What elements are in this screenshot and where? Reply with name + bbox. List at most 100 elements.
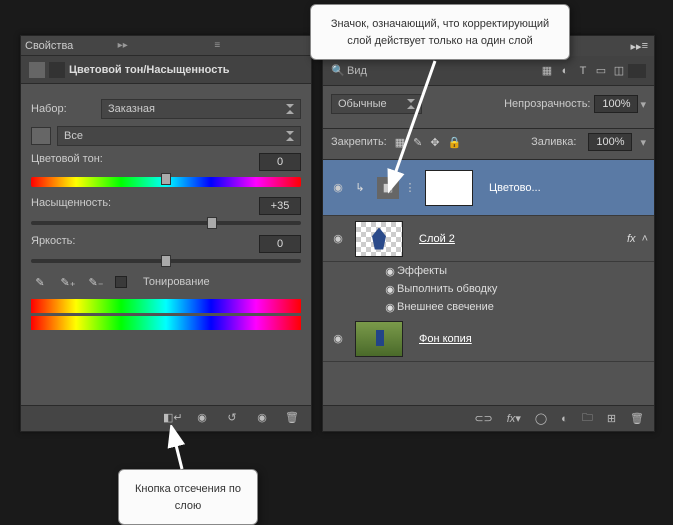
hue-strip-top xyxy=(31,299,301,313)
effect-outer-glow[interactable]: ◉Внешнее свечение xyxy=(323,298,654,316)
fill-label: Заливка: xyxy=(531,136,576,148)
visibility-icon[interactable]: ◉ xyxy=(253,411,271,427)
eye-icon[interactable]: ◉ xyxy=(329,181,347,194)
callout-text: Кнопка отсечения по слою xyxy=(135,483,241,512)
lock-position-icon[interactable]: ✥ xyxy=(430,136,439,149)
new-group-icon[interactable]: 🗀 xyxy=(582,409,593,428)
layer-row-2[interactable]: ◉ Слой 2 fx ˄ xyxy=(323,216,654,262)
range-value: Все xyxy=(64,130,83,142)
hue-value[interactable]: 0 xyxy=(259,153,301,171)
fx-menu-icon[interactable]: fx▾ xyxy=(507,412,521,425)
eye-icon[interactable]: ◉ xyxy=(329,232,347,245)
properties-panel: Свойства ▸▸ ≡ Цветовой тон/Насыщенность … xyxy=(20,35,312,432)
layer-row-adjustment[interactable]: ◉ ↳ ◧ ⋮ Цветово... xyxy=(323,160,654,216)
trash-icon[interactable]: 🗑 xyxy=(283,411,301,427)
saturation-slider[interactable] xyxy=(31,221,301,225)
opacity-label: Непрозрачность: xyxy=(504,98,590,110)
clip-to-layer-button[interactable]: ◧↵ xyxy=(163,411,181,427)
callout-clip-button: Кнопка отсечения по слою xyxy=(118,469,258,525)
blend-mode-value: Обычные xyxy=(338,98,387,110)
layer-thumb[interactable] xyxy=(355,321,403,357)
saturation-label: Насыщенность: xyxy=(31,197,111,215)
adjustment-title: Цветовой тон/Насыщенность xyxy=(69,64,230,76)
arrow-bottom xyxy=(160,425,200,473)
eye-icon[interactable]: ◉ xyxy=(383,283,397,296)
lock-label: Закрепить: xyxy=(331,136,387,148)
link-icon[interactable]: ⋮ xyxy=(403,181,417,194)
properties-header: Свойства ▸▸ ≡ xyxy=(21,36,311,56)
properties-title: Свойства xyxy=(25,40,114,52)
trash-icon[interactable]: 🗑 xyxy=(630,412,644,425)
panel-menu-icon[interactable]: ≡ xyxy=(642,40,648,52)
properties-footer: ◧↵ ◉ ↺ ◉ 🗑 xyxy=(21,405,311,431)
filter-type[interactable]: Вид xyxy=(347,65,538,77)
preset-combo[interactable]: Заказная xyxy=(101,99,301,119)
lightness-label: Яркость: xyxy=(31,235,75,253)
colorize-checkbox[interactable] xyxy=(115,276,127,288)
filter-smart-icon[interactable]: ◫ xyxy=(610,64,628,77)
colorize-label: Тонирование xyxy=(143,276,210,288)
mask-icon xyxy=(49,62,65,78)
stroke-label: Выполнить обводку xyxy=(397,283,497,295)
effect-stroke[interactable]: ◉Выполнить обводку xyxy=(323,280,654,298)
lock-all-icon[interactable]: 🔒 xyxy=(448,136,462,149)
lightness-slider[interactable] xyxy=(31,259,301,263)
layers-filter-bar: 🔍 Вид ▦ ◐ T ▭ ◫ xyxy=(323,56,654,86)
new-layer-icon[interactable]: ⊞ xyxy=(607,412,616,425)
filter-toggle[interactable] xyxy=(628,64,646,78)
layer-thumb[interactable] xyxy=(355,221,403,257)
panel-menu-icon[interactable]: ≡ xyxy=(210,40,307,51)
eye-icon[interactable]: ◉ xyxy=(329,332,347,345)
lock-row: Закрепить: ▦ ✎ ✥ 🔒 Заливка: 100% ▾ xyxy=(323,129,654,160)
preset-value: Заказная xyxy=(108,103,155,115)
layers-panel: ▸▸ ≡ 🔍 Вид ▦ ◐ T ▭ ◫ Обычные Непрозрачно… xyxy=(322,35,655,432)
lock-image-icon[interactable]: ✎ xyxy=(413,136,422,149)
saturation-value[interactable]: +35 xyxy=(259,197,301,215)
blend-mode-combo[interactable]: Обычные xyxy=(331,94,422,114)
eye-icon[interactable]: ◉ xyxy=(383,265,397,278)
view-previous-icon[interactable]: ◉ xyxy=(193,411,211,427)
collapse-icon[interactable]: ▸▸ xyxy=(631,40,642,53)
range-combo[interactable]: Все xyxy=(57,126,301,146)
eyedropper-icon[interactable]: ✎ xyxy=(31,273,49,291)
layer-name[interactable]: Слой 2 xyxy=(419,233,627,245)
scrubby-icon[interactable] xyxy=(31,127,51,145)
adjustment-type-icon xyxy=(29,62,45,78)
fx-badge[interactable]: fx xyxy=(627,233,636,245)
layer-name[interactable]: Фон копия xyxy=(419,333,648,345)
layers-footer: ⊂⊃ fx▾ ◯ ◐ 🗀 ⊞ 🗑 xyxy=(323,405,654,431)
preset-label: Набор: xyxy=(31,103,101,115)
hue-label: Цветовой тон: xyxy=(31,153,103,171)
layer-row-3[interactable]: ◉ Фон копия xyxy=(323,316,654,362)
filter-type-icon[interactable]: T xyxy=(574,65,592,77)
layer-name[interactable]: Цветово... xyxy=(489,182,648,194)
reset-icon[interactable]: ↺ xyxy=(223,411,241,427)
lightness-value[interactable]: 0 xyxy=(259,235,301,253)
lock-transparent-icon[interactable]: ▦ xyxy=(395,136,405,149)
layer-mask-thumb[interactable] xyxy=(425,170,473,206)
search-icon[interactable]: 🔍 xyxy=(331,64,347,77)
filter-pixel-icon[interactable]: ▦ xyxy=(538,64,556,77)
effects-label: Эффекты xyxy=(397,265,447,277)
hue-strip-bottom xyxy=(31,316,301,330)
opacity-dropdown-icon[interactable]: ▾ xyxy=(640,98,646,111)
fx-expand-icon[interactable]: ˄ xyxy=(642,233,648,245)
add-mask-icon[interactable]: ◯ xyxy=(535,412,547,425)
collapse-icon[interactable]: ▸▸ xyxy=(114,40,211,51)
callout-text: Значок, означающий, что корректирующий с… xyxy=(331,18,549,47)
hue-slider[interactable] xyxy=(31,177,301,187)
adjustment-subheader: Цветовой тон/Насыщенность xyxy=(21,56,311,84)
link-layers-icon[interactable]: ⊂⊃ xyxy=(474,412,492,425)
fill-dropdown-icon[interactable]: ▾ xyxy=(640,136,646,149)
eye-icon[interactable]: ◉ xyxy=(383,301,397,314)
eyedropper-sub-icon[interactable]: ✎₋ xyxy=(87,273,105,291)
opacity-value[interactable]: 100% xyxy=(594,95,638,113)
fill-value[interactable]: 100% xyxy=(588,133,632,151)
new-adjustment-icon[interactable]: ◐ xyxy=(561,413,568,425)
filter-adjustment-icon[interactable]: ◐ xyxy=(556,65,574,77)
effects-group[interactable]: ◉Эффекты xyxy=(323,262,654,280)
filter-shape-icon[interactable]: ▭ xyxy=(592,64,610,77)
clip-indicator-icon: ↳ xyxy=(347,181,373,194)
glow-label: Внешнее свечение xyxy=(397,301,494,313)
eyedropper-add-icon[interactable]: ✎₊ xyxy=(59,273,77,291)
